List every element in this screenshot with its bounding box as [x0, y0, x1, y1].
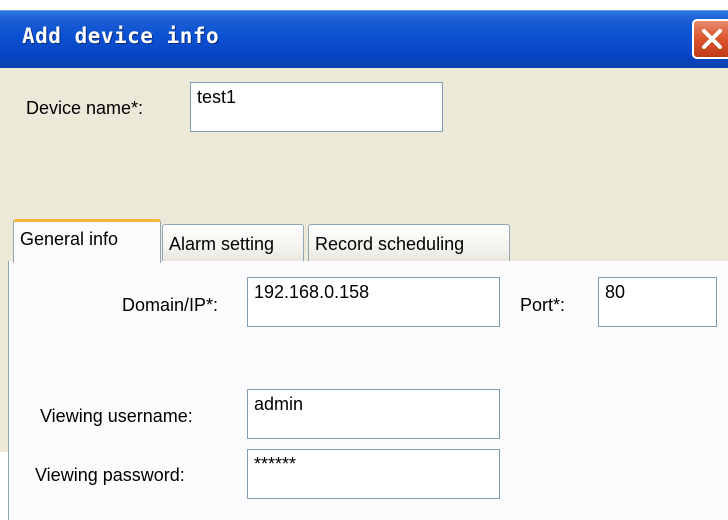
viewing-username-label: Viewing username:: [40, 406, 193, 426]
title-bar[interactable]: Add device info: [0, 10, 728, 69]
port-input[interactable]: 80: [598, 277, 717, 327]
domain-ip-input[interactable]: 192.168.0.158: [247, 277, 500, 327]
dialog-body: Device name*: test1 General info Alarm s…: [0, 68, 728, 520]
general-info-panel: Domain/IP*: 192.168.0.158 Port*: 80 View…: [8, 261, 728, 520]
tab-general-info[interactable]: General info: [13, 219, 161, 263]
tab-record-scheduling[interactable]: Record scheduling: [308, 224, 510, 262]
close-button[interactable]: [692, 19, 728, 59]
dialog-title: Add device info: [22, 24, 220, 48]
viewing-password-label: Viewing password:: [35, 465, 185, 485]
device-name-input[interactable]: test1: [190, 82, 443, 132]
viewing-password-input[interactable]: ******: [247, 449, 500, 499]
port-label: Port*:: [520, 295, 566, 315]
add-device-dialog: Add device info Device name*: test1 Gene…: [0, 0, 728, 520]
device-name-label: Device name*:: [26, 98, 144, 118]
tab-alarm-setting[interactable]: Alarm setting: [162, 224, 304, 262]
domain-ip-label: Domain/IP*:: [122, 295, 219, 315]
close-icon: [702, 29, 722, 49]
viewing-username-input[interactable]: admin: [247, 389, 500, 439]
